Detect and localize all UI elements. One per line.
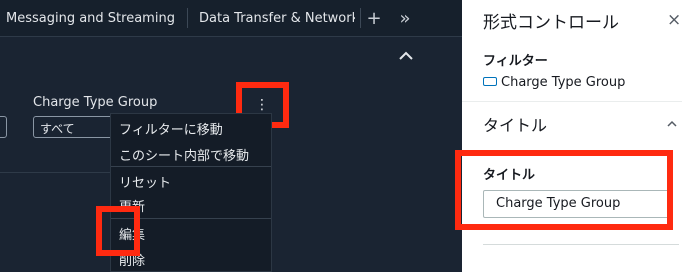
panel-title: 形式コントロール <box>483 13 619 33</box>
previous-control-select[interactable] <box>0 116 7 138</box>
panel-divider <box>483 244 679 245</box>
collapse-chevron-up-icon[interactable] <box>396 46 416 66</box>
menu-divider <box>111 166 271 167</box>
format-control-panel: 形式コントロール × フィルター Charge Type Group タイトル … <box>462 0 682 272</box>
chevron-up-icon[interactable] <box>665 117 679 131</box>
sheet-tab-bar: Messaging and Streaming Data Transfer & … <box>0 0 462 37</box>
close-icon[interactable]: × <box>667 10 681 30</box>
dashboard-canvas: Messaging and Streaming Data Transfer & … <box>0 0 462 272</box>
linked-filter[interactable]: Charge Type Group <box>483 75 625 90</box>
filter-control-select[interactable]: すべて <box>33 116 118 138</box>
tab-data-transfer-networking[interactable]: Data Transfer & Networking <box>199 0 355 37</box>
menu-item-reset[interactable]: リセット <box>119 172 171 191</box>
highlight-box-edit <box>96 206 140 256</box>
section-divider <box>0 172 110 173</box>
tab-divider <box>360 8 361 28</box>
title-section-header[interactable]: タイトル <box>483 112 547 136</box>
tab-messaging-and-streaming[interactable]: Messaging and Streaming <box>6 0 182 37</box>
panel-divider <box>462 101 682 102</box>
filter-tag-icon <box>483 77 497 86</box>
more-tabs-button[interactable]: » <box>393 0 417 37</box>
tab-divider <box>187 8 188 28</box>
filter-section-label: フィルター <box>483 54 548 69</box>
filter-control-label: Charge Type Group <box>33 95 158 110</box>
highlight-box-title-field <box>455 150 673 230</box>
add-sheet-button[interactable]: + <box>362 0 386 37</box>
menu-item-move-within-sheet[interactable]: このシート内部で移動 <box>119 145 249 164</box>
menu-item-go-to-filter[interactable]: フィルターに移動 <box>119 119 223 138</box>
linked-filter-name: Charge Type Group <box>501 75 626 90</box>
